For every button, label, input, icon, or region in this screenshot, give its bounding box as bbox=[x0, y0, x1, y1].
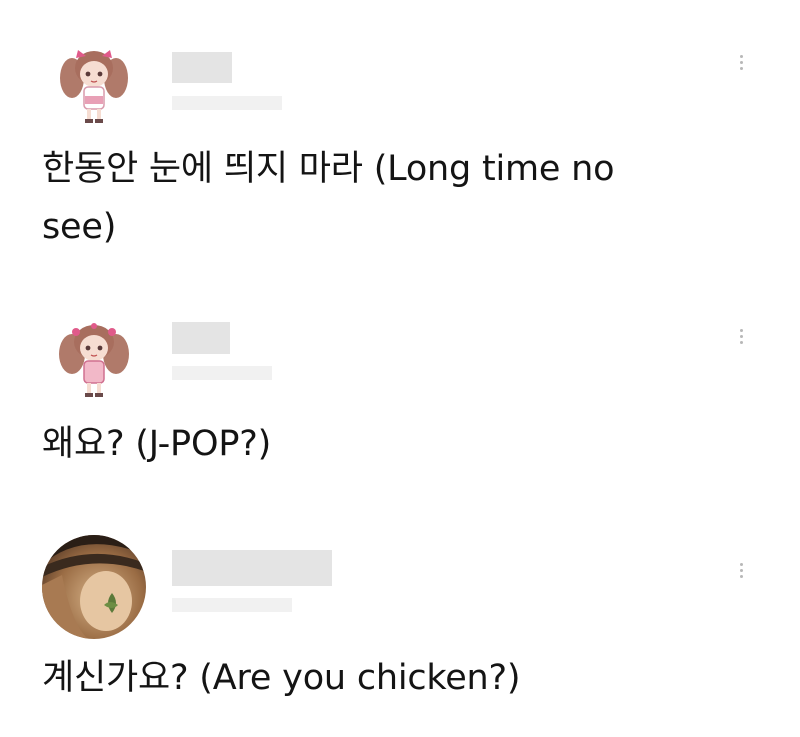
post-text-line-1: 계신가요? (Are you chicken?) bbox=[42, 658, 521, 698]
author-name-redacted[interactable] bbox=[172, 550, 332, 586]
post-text-line-1: 왜요? (J-POP?) bbox=[42, 424, 272, 464]
author-name-redacted[interactable] bbox=[172, 52, 232, 83]
avatar-2[interactable] bbox=[42, 308, 146, 412]
hat-figure-avatar-icon bbox=[42, 535, 146, 639]
more-options-button[interactable] bbox=[734, 48, 748, 76]
anime-girl-avatar-icon bbox=[43, 35, 145, 137]
vertical-dots-icon bbox=[739, 328, 743, 332]
vertical-dots-icon bbox=[739, 54, 743, 58]
vertical-dots-icon bbox=[739, 562, 743, 566]
author-handle-redacted bbox=[172, 96, 282, 110]
avatar-1[interactable] bbox=[42, 34, 146, 138]
author-handle-redacted bbox=[172, 598, 292, 612]
author-name-redacted[interactable] bbox=[172, 322, 230, 354]
more-options-button[interactable] bbox=[734, 322, 748, 350]
author-handle-redacted bbox=[172, 366, 272, 380]
post-text-line-1: 한동안 눈에 띄지 마라 (Long time no bbox=[42, 149, 615, 189]
avatar-3[interactable] bbox=[42, 535, 146, 639]
more-options-button[interactable] bbox=[734, 556, 748, 584]
post-text-line-2: see) bbox=[42, 207, 117, 247]
anime-girl-avatar-icon bbox=[43, 309, 145, 411]
